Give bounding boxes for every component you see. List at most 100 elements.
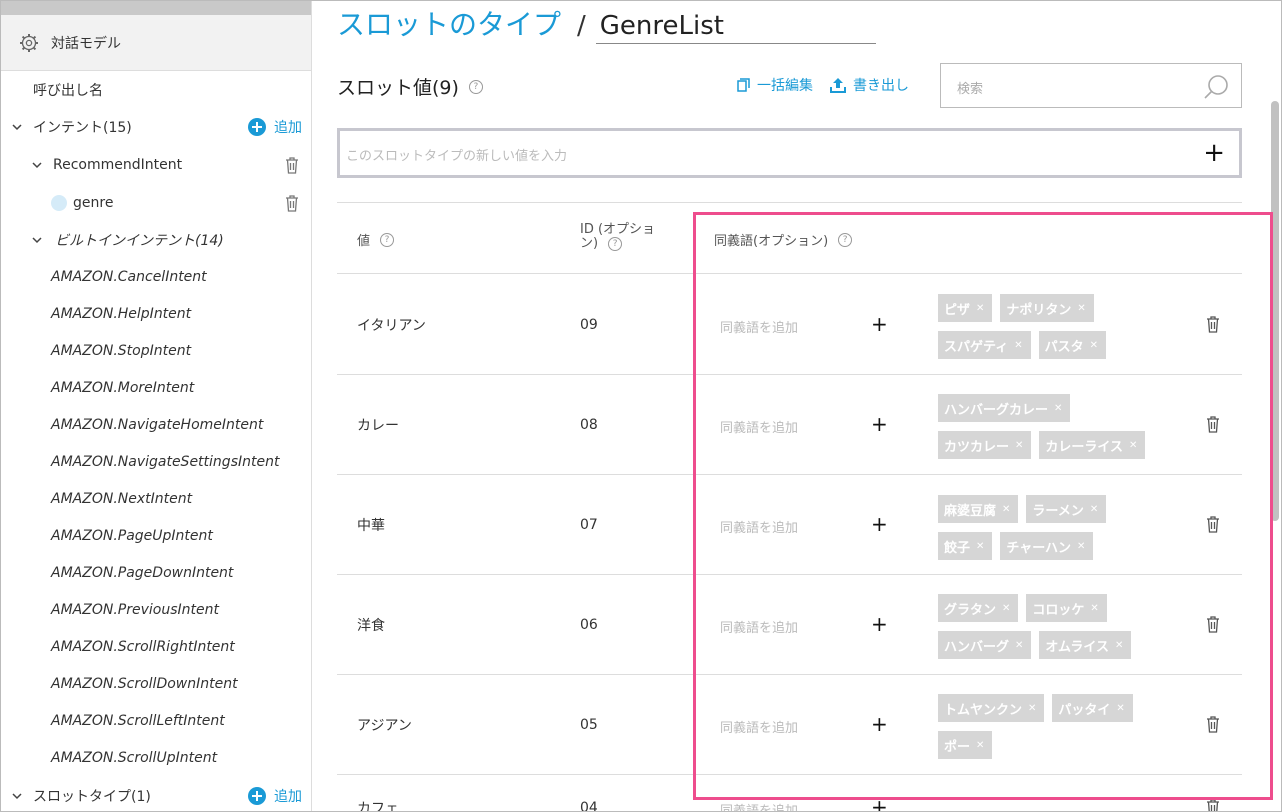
sidebar-item-builtin[interactable]: AMAZON.CancelIntent — [1, 263, 312, 291]
add-synonym-plus-icon[interactable]: + — [871, 714, 888, 734]
row-id[interactable]: 09 — [580, 317, 598, 333]
synonym-add-input[interactable]: 同義語を追加 — [720, 617, 798, 636]
sidebar-item-builtin[interactable]: AMAZON.MoreIntent — [1, 374, 312, 402]
search-icon[interactable] — [1203, 73, 1231, 101]
add-synonym-plus-icon[interactable]: + — [871, 414, 888, 434]
bulk-edit-button[interactable]: 一括編集 — [737, 75, 813, 95]
synonym-tag[interactable]: オムライス ✕ — [1039, 631, 1132, 659]
synonym-tag[interactable]: グラタン ✕ — [938, 594, 1019, 622]
help-icon[interactable]: ? — [838, 232, 853, 247]
new-slot-value-input[interactable]: このスロットタイプの新しい値を入力 + — [337, 128, 1242, 178]
trash-icon[interactable] — [284, 194, 300, 212]
trash-icon[interactable] — [1206, 515, 1220, 533]
row-id[interactable]: 04 — [580, 800, 598, 811]
sidebar-item-builtin[interactable]: AMAZON.NextIntent — [1, 485, 312, 513]
sidebar-header[interactable]: 対話モデル — [1, 15, 311, 71]
add-slot-type-button[interactable]: 追加 — [248, 786, 302, 806]
remove-tag-icon[interactable]: ✕ — [1054, 403, 1062, 414]
remove-tag-icon[interactable]: ✕ — [976, 740, 984, 751]
sidebar-item-builtin[interactable]: AMAZON.HelpIntent — [1, 300, 312, 328]
row-value[interactable]: アジアン — [357, 715, 412, 735]
add-synonym-plus-icon[interactable]: + — [871, 797, 888, 811]
sidebar-item-builtin[interactable]: AMAZON.ScrollRightIntent — [1, 633, 312, 661]
synonym-add-input[interactable]: 同義語を追加 — [720, 800, 798, 811]
chevron-down-icon[interactable] — [31, 234, 43, 246]
synonym-tag[interactable]: ナポリタン ✕ — [1000, 294, 1094, 322]
synonym-add-input[interactable]: 同義語を追加 — [720, 417, 798, 436]
synonym-tag[interactable]: チャーハン ✕ — [1000, 532, 1094, 560]
sidebar-item-slot-types[interactable]: スロットタイプ(1) 追加 — [1, 782, 312, 810]
sidebar-item-builtin[interactable]: AMAZON.ScrollLeftIntent — [1, 707, 312, 735]
sidebar-item-builtin[interactable]: AMAZON.StopIntent — [1, 337, 312, 365]
trash-icon[interactable] — [1206, 415, 1220, 433]
row-id[interactable]: 05 — [580, 717, 598, 733]
synonym-tag[interactable]: ピザ ✕ — [938, 294, 993, 322]
remove-tag-icon[interactable]: ✕ — [1028, 703, 1036, 714]
row-value[interactable]: 洋食 — [357, 615, 385, 635]
row-value[interactable]: 中華 — [357, 515, 385, 535]
scrollbar[interactable] — [1271, 101, 1279, 521]
synonym-tag[interactable]: ポー ✕ — [938, 731, 993, 759]
sidebar-item-builtin[interactable]: AMAZON.NavigateSettingsIntent — [1, 448, 312, 476]
synonym-tag[interactable]: パッタイ ✕ — [1052, 694, 1133, 722]
trash-icon[interactable] — [1206, 315, 1220, 333]
remove-tag-icon[interactable]: ✕ — [1090, 504, 1098, 515]
slot-type-name-field[interactable]: GenreList — [595, 11, 876, 44]
synonym-tag[interactable]: 餃子 ✕ — [938, 532, 993, 560]
chevron-down-icon[interactable] — [31, 159, 43, 171]
trash-icon[interactable] — [284, 156, 300, 174]
add-value-plus-icon[interactable]: + — [1203, 140, 1225, 166]
row-value[interactable]: イタリアン — [357, 315, 426, 335]
synonym-tag[interactable]: ハンバーグカレー ✕ — [938, 394, 1071, 422]
sidebar-item-genre-slot[interactable]: genre — [1, 189, 312, 217]
chevron-down-icon[interactable] — [11, 121, 23, 133]
synonym-add-input[interactable]: 同義語を追加 — [720, 317, 798, 336]
remove-tag-icon[interactable]: ✕ — [1015, 440, 1023, 451]
synonym-add-input[interactable]: 同義語を追加 — [720, 517, 798, 536]
sidebar-item-invocation[interactable]: 呼び出し名 — [1, 76, 312, 104]
synonym-add-input[interactable]: 同義語を追加 — [720, 717, 798, 736]
synonym-tag[interactable]: カツカレー ✕ — [938, 431, 1032, 459]
row-id[interactable]: 06 — [580, 617, 598, 633]
remove-tag-icon[interactable]: ✕ — [976, 541, 984, 552]
remove-tag-icon[interactable]: ✕ — [1077, 303, 1085, 314]
sidebar-item-builtin[interactable]: AMAZON.ScrollDownIntent — [1, 670, 312, 698]
synonym-tag[interactable]: トムヤンクン ✕ — [938, 694, 1045, 722]
help-icon[interactable]: ? — [608, 237, 623, 251]
sidebar-item-recommend-intent[interactable]: RecommendIntent — [1, 151, 312, 179]
synonym-tag[interactable]: ラーメン ✕ — [1026, 495, 1107, 523]
sidebar-item-builtin[interactable]: AMAZON.PreviousIntent — [1, 596, 312, 624]
sidebar-item-builtin[interactable]: AMAZON.PageDownIntent — [1, 559, 312, 587]
remove-tag-icon[interactable]: ✕ — [1116, 703, 1124, 714]
synonym-tag[interactable]: 麻婆豆腐 ✕ — [938, 495, 1019, 523]
row-value[interactable]: カレー — [357, 415, 399, 435]
search-input[interactable]: 検索 — [940, 63, 1242, 108]
remove-tag-icon[interactable]: ✕ — [1115, 640, 1123, 651]
help-icon[interactable]: ? — [468, 79, 483, 94]
synonym-tag[interactable]: スパゲティ ✕ — [938, 331, 1031, 359]
row-id[interactable]: 07 — [580, 517, 598, 533]
add-intent-button[interactable]: 追加 — [248, 117, 302, 137]
sidebar-item-builtin[interactable]: AMAZON.NavigateHomeIntent — [1, 411, 312, 439]
synonym-tag[interactable]: パスタ ✕ — [1038, 331, 1107, 359]
remove-tag-icon[interactable]: ✕ — [1090, 603, 1098, 614]
row-value[interactable]: カフェ — [357, 798, 399, 811]
remove-tag-icon[interactable]: ✕ — [1002, 504, 1010, 515]
sidebar-item-builtin-intents[interactable]: ビルトインインテント(14) — [1, 226, 312, 254]
synonym-tag[interactable]: コロッケ ✕ — [1026, 594, 1107, 622]
add-synonym-plus-icon[interactable]: + — [871, 614, 888, 634]
trash-icon[interactable] — [1206, 615, 1220, 633]
remove-tag-icon[interactable]: ✕ — [1002, 603, 1010, 614]
remove-tag-icon[interactable]: ✕ — [1014, 340, 1022, 351]
trash-icon[interactable] — [1206, 798, 1220, 812]
add-synonym-plus-icon[interactable]: + — [871, 314, 888, 334]
sidebar-item-builtin[interactable]: AMAZON.ScrollUpIntent — [1, 744, 312, 772]
remove-tag-icon[interactable]: ✕ — [1090, 340, 1098, 351]
row-id[interactable]: 08 — [580, 417, 598, 433]
help-icon[interactable]: ? — [380, 232, 395, 247]
chevron-down-icon[interactable] — [11, 790, 23, 802]
synonym-tag[interactable]: カレーライス ✕ — [1039, 431, 1146, 459]
remove-tag-icon[interactable]: ✕ — [1077, 541, 1085, 552]
breadcrumb-slot-types-link[interactable]: スロットのタイプ — [337, 3, 561, 43]
sidebar-item-intents[interactable]: インテント(15) 追加 — [1, 113, 312, 141]
